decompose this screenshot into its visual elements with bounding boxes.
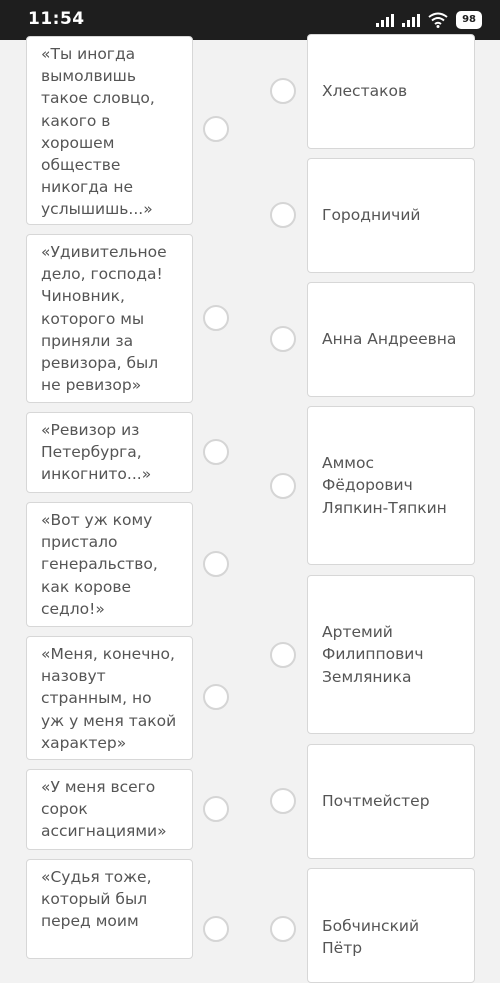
character-radio[interactable] [270, 202, 296, 228]
quote-radio[interactable] [203, 116, 229, 142]
character-radio[interactable] [270, 473, 296, 499]
character-card[interactable]: Анна Андреевна [307, 282, 475, 397]
quote-text: «Судья тоже, который был перед моим [41, 868, 152, 931]
character-name: Артемий Филиппович Земляника [322, 623, 424, 686]
quote-text: «У меня всего сорок ассигнациями» [41, 778, 167, 841]
wifi-icon [428, 12, 448, 28]
quote-text: «Ты иногда вымолвишь такое словцо, каког… [41, 45, 155, 219]
character-name: Анна Андреевна [322, 330, 457, 349]
character-name: Аммос Фёдорович Ляпкин-Тяпкин [322, 454, 447, 517]
quote-radio[interactable] [203, 916, 229, 942]
signal-icon-2 [402, 13, 421, 27]
quote-text: «Вот уж кому пристало генеральство, как … [41, 511, 158, 618]
character-card[interactable]: Бобчинский Пётр [307, 868, 475, 983]
quote-radio[interactable] [203, 551, 229, 577]
character-card[interactable]: Хлестаков [307, 34, 475, 149]
character-radio[interactable] [270, 326, 296, 352]
quote-card[interactable]: «Ты иногда вымолвишь такое словцо, каког… [26, 36, 193, 225]
battery-icon: 98 [456, 11, 482, 29]
quote-text: «Ревизор из Петербурга, инкогнито...» [41, 421, 152, 484]
quote-radio[interactable] [203, 439, 229, 465]
character-name: Хлестаков [322, 82, 408, 101]
character-name: Городничий [322, 206, 421, 225]
status-time: 11:54 [28, 9, 85, 29]
character-card[interactable]: Артемий Филиппович Земляника [307, 575, 475, 734]
character-radio[interactable] [270, 642, 296, 668]
character-radio[interactable] [270, 78, 296, 104]
character-card[interactable]: Аммос Фёдорович Ляпкин-Тяпкин [307, 406, 475, 565]
quote-card[interactable]: «Меня, конечно, назовут странным, но уж … [26, 636, 193, 760]
character-name: Почтмейстер [322, 792, 430, 811]
quote-card[interactable]: «Вот уж кому пристало генеральство, как … [26, 502, 193, 627]
quote-text: «Удивительное дело, господа! Чиновник, к… [41, 243, 167, 395]
quote-card[interactable]: «Удивительное дело, господа! Чиновник, к… [26, 234, 193, 403]
quote-card[interactable]: «Судья тоже, который был перед моим [26, 859, 193, 959]
quote-radio[interactable] [203, 796, 229, 822]
character-radio[interactable] [270, 916, 296, 942]
quote-radio[interactable] [203, 305, 229, 331]
character-radio[interactable] [270, 788, 296, 814]
character-card[interactable]: Городничий [307, 158, 475, 273]
signal-icon [376, 13, 395, 27]
quote-card[interactable]: «У меня всего сорок ассигнациями» [26, 769, 193, 850]
status-icons: 98 [376, 10, 482, 30]
quote-radio[interactable] [203, 684, 229, 710]
quote-text: «Меня, конечно, назовут странным, но уж … [41, 645, 177, 752]
character-name: Бобчинский Пётр [322, 917, 420, 958]
quote-card[interactable]: «Ревизор из Петербурга, инкогнито...» [26, 412, 193, 493]
character-card[interactable]: Почтмейстер [307, 744, 475, 859]
